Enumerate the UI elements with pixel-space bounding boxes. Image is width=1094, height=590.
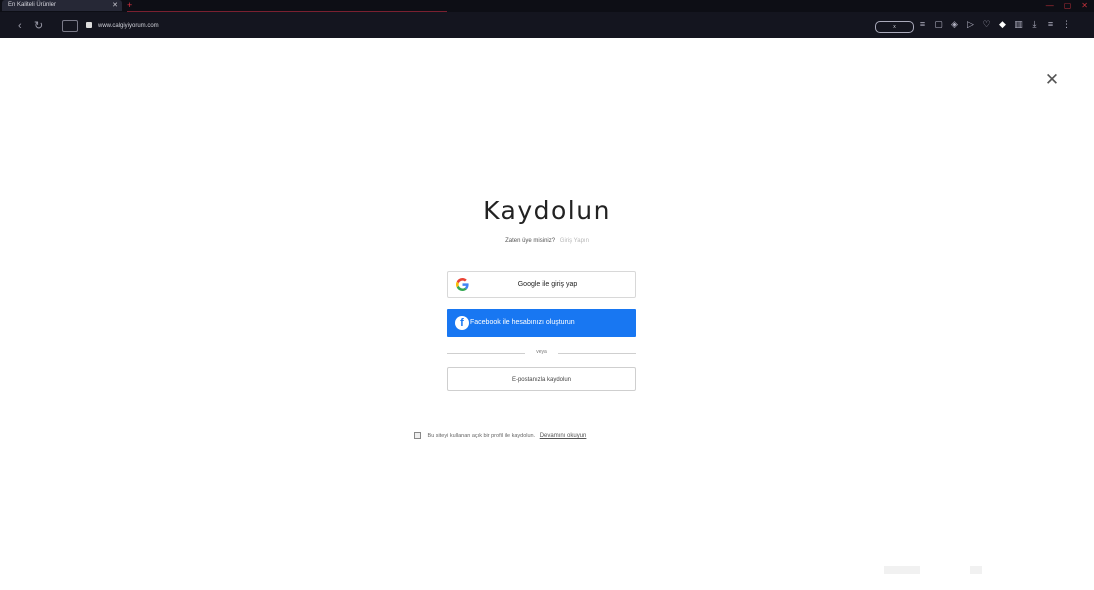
- login-prompt-text: Zaten üye misiniz?: [505, 238, 556, 244]
- page-title: Kaydolun: [483, 196, 611, 225]
- screenshot-icon[interactable]: ▢: [934, 19, 943, 30]
- email-button-label: E-postanızla kaydolun: [511, 377, 572, 383]
- divider: veya: [447, 349, 636, 355]
- consent-text: Bu siteyi kullanan açık bir profil ile k…: [427, 433, 536, 439]
- new-tab-button[interactable]: +: [127, 0, 132, 11]
- more-icon[interactable]: ⋮: [1062, 19, 1071, 30]
- reader-icon[interactable]: ≡: [918, 19, 927, 30]
- consent-row: Bu siteyi kullanan açık bir profil ile k…: [414, 431, 586, 441]
- faint-element: [884, 566, 920, 574]
- site-settings-icon[interactable]: [62, 20, 78, 32]
- heart-icon[interactable]: ♡: [982, 19, 991, 30]
- faint-element: [970, 566, 982, 574]
- divider-text: veya: [536, 349, 547, 355]
- divider-line-right: [558, 353, 636, 354]
- read-more-link[interactable]: Devamını okuyun: [540, 433, 587, 439]
- facebook-button-label: Facebook ile hesabınızı oluşturun: [470, 319, 575, 326]
- browser-chrome: En Kaliteli Ürünler ✕ + — ▢ ✕ ‹ ↻ www.ca…: [0, 0, 1094, 38]
- window-controls: — ▢ ✕: [1046, 0, 1088, 12]
- toolbar-icons: ≡ ▢ ◈ ▷ ♡ ◆ ▥ ⤓ ≡ ⋮: [918, 19, 1071, 30]
- google-signin-button[interactable]: Google ile giriş yap: [447, 271, 636, 298]
- maximize-button[interactable]: ▢: [1064, 0, 1072, 12]
- menu-icon[interactable]: ≡: [1046, 19, 1055, 30]
- tab-bar: En Kaliteli Ürünler ✕ + — ▢ ✕: [0, 0, 1094, 12]
- close-window-button[interactable]: ✕: [1081, 0, 1088, 12]
- tab-indicator: [127, 11, 447, 12]
- close-icon[interactable]: ✕: [1044, 71, 1060, 88]
- extensions-pill-label: x: [893, 24, 896, 30]
- back-icon[interactable]: ‹: [18, 19, 22, 33]
- extensions-pill[interactable]: x: [875, 21, 914, 33]
- minimize-button[interactable]: —: [1046, 0, 1054, 12]
- login-link[interactable]: Giriş Yapın: [560, 238, 589, 244]
- facebook-signup-button[interactable]: f Facebook ile hesabınızı oluşturun: [447, 309, 636, 337]
- email-signup-button[interactable]: E-postanızla kaydolun: [447, 367, 636, 391]
- sidebar-icon[interactable]: ▥: [1014, 19, 1023, 30]
- browser-tab[interactable]: En Kaliteli Ürünler ✕: [2, 0, 122, 11]
- lock-icon[interactable]: [86, 22, 92, 28]
- download-icon[interactable]: ⤓: [1030, 19, 1039, 30]
- play-icon[interactable]: ▷: [966, 19, 975, 30]
- address-bar: ‹ ↻ www.calgiyiyorum.com x ≡ ▢ ◈ ▷ ♡ ◆ ▥…: [0, 14, 1094, 38]
- shield-icon[interactable]: ◈: [950, 19, 959, 30]
- tab-title: En Kaliteli Ürünler: [8, 2, 57, 8]
- wallet-icon[interactable]: ◆: [998, 19, 1007, 30]
- facebook-icon: f: [455, 316, 469, 330]
- consent-checkbox[interactable]: [414, 432, 421, 440]
- url-field[interactable]: www.calgiyiyorum.com: [98, 20, 159, 32]
- login-prompt: Zaten üye misiniz? Giriş Yapın: [0, 238, 1094, 244]
- tab-close-icon[interactable]: ✕: [112, 0, 118, 11]
- google-button-label: Google ile giriş yap: [517, 281, 578, 288]
- reload-icon[interactable]: ↻: [34, 19, 43, 33]
